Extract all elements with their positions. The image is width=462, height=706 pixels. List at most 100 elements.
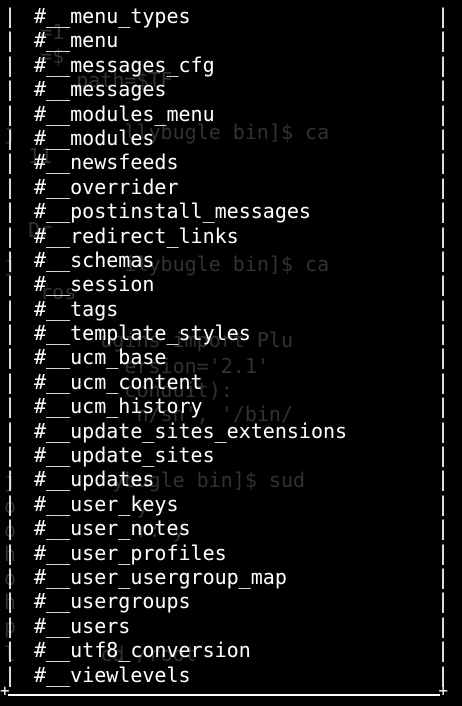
row-left-border: | — [4, 369, 17, 394]
table-cell-name: #__update_sites_extensions — [34, 418, 348, 443]
row-right-border: | — [437, 174, 450, 199]
row-left-border: | — [4, 101, 17, 126]
table-row: | #__updates | — [0, 467, 462, 491]
table-cell-name: #__newsfeeds — [34, 150, 179, 175]
row-left-border: | — [4, 52, 17, 77]
row-right-border: | — [437, 52, 450, 77]
table-row: | #__user_usergroup_map | — [0, 565, 462, 589]
table-cell-name: #__user_keys — [34, 491, 179, 516]
table-row: | #__schemas | — [0, 248, 462, 272]
row-right-border: | — [437, 296, 450, 321]
table-corner-right: + — [438, 681, 448, 700]
table-row: | #__user_keys | — [0, 492, 462, 516]
table-row: | #__ucm_base | — [0, 345, 462, 369]
table-cell-name: #__menu — [34, 28, 119, 53]
row-right-border: | — [437, 589, 450, 614]
table-cell-name: #__modules — [34, 125, 155, 150]
table-cell-name: #__updates — [34, 467, 155, 492]
table-cell-name: #__messages_cfg — [34, 52, 215, 77]
table-corner-left: + — [0, 681, 10, 700]
query-result-table: | #__menu_types | | #__menu | | #__messages_cfg… — [0, 4, 462, 687]
row-right-border: | — [437, 564, 450, 589]
table-cell-name: #__utf8_conversion — [34, 638, 251, 663]
row-right-border: | — [437, 345, 450, 370]
table-cell-name: #__menu_types — [34, 4, 191, 28]
table-row: | #__messages_cfg | — [0, 53, 462, 77]
row-right-border: | — [437, 540, 450, 565]
table-cell-name: #__ucm_content — [34, 369, 203, 394]
table-cell-name: #__messages — [34, 77, 167, 102]
table-cell-name: #__viewlevels — [34, 662, 191, 687]
table-row: | #__postinstall_messages | — [0, 199, 462, 223]
table-cell-name: #__users — [34, 613, 131, 638]
row-right-border: | — [437, 125, 450, 150]
table-border-line — [8, 694, 440, 696]
row-right-border: | — [437, 28, 450, 53]
table-cell-name: #__overrider — [34, 174, 179, 199]
terminal-window[interactable]: =1 =$ path=$TF j llybugle bin]$ ca 11 Dr j… — [0, 0, 462, 706]
table-row: | #__template_styles | — [0, 321, 462, 345]
row-right-border: | — [437, 247, 450, 272]
table-cell-name: #__redirect_links — [34, 223, 239, 248]
table-row: | #__utf8_conversion | — [0, 638, 462, 662]
row-left-border: | — [4, 564, 17, 589]
table-cell-name: #__user_usergroup_map — [34, 564, 287, 589]
row-left-border: | — [4, 394, 17, 419]
table-row: | #__users | — [0, 614, 462, 638]
table-cell-name: #__ucm_base — [34, 345, 167, 370]
table-row: | #__session | — [0, 272, 462, 296]
table-cell-name: #__modules_menu — [34, 101, 215, 126]
table-row: | #__update_sites | — [0, 443, 462, 467]
row-left-border: | — [4, 247, 17, 272]
table-row: | #__update_sites_extensions | — [0, 419, 462, 443]
table-cell-name: #__usergroups — [34, 589, 191, 614]
row-right-border: | — [437, 516, 450, 541]
table-cell-name: #__schemas — [34, 247, 155, 272]
row-left-border: | — [4, 28, 17, 53]
row-left-border: | — [4, 467, 17, 492]
row-right-border: | — [437, 150, 450, 175]
row-right-border: | — [437, 394, 450, 419]
table-cell-name: #__user_profiles — [34, 540, 227, 565]
table-row: | #__tags | — [0, 297, 462, 321]
row-left-border: | — [4, 77, 17, 102]
row-right-border: | — [437, 199, 450, 224]
table-cell-name: #__postinstall_messages — [34, 199, 311, 224]
row-left-border: | — [4, 516, 17, 541]
table-cell-name: #__session — [34, 272, 155, 297]
row-left-border: | — [4, 540, 17, 565]
row-left-border: | — [4, 150, 17, 175]
row-right-border: | — [437, 418, 450, 443]
table-row: | #__usergroups | — [0, 589, 462, 613]
table-cell-name: #__ucm_history — [34, 394, 203, 419]
row-left-border: | — [4, 613, 17, 638]
table-row: | #__modules_menu | — [0, 102, 462, 126]
row-right-border: | — [437, 369, 450, 394]
row-left-border: | — [4, 174, 17, 199]
table-cell-name: #__user_notes — [34, 516, 191, 541]
row-right-border: | — [437, 491, 450, 516]
row-left-border: | — [4, 223, 17, 248]
table-row: | #__user_profiles | — [0, 541, 462, 565]
row-right-border: | — [437, 321, 450, 346]
row-left-border: | — [4, 491, 17, 516]
table-bottom-border: + + — [0, 683, 448, 702]
row-left-border: | — [4, 443, 17, 468]
row-left-border: | — [4, 638, 17, 663]
table-row: | #__viewlevels | — [0, 663, 462, 687]
row-right-border: | — [437, 638, 450, 663]
table-cell-name: #__tags — [34, 296, 119, 321]
row-right-border: | — [437, 101, 450, 126]
table-row: | #__ucm_content | — [0, 370, 462, 394]
table-row: | #__modules | — [0, 126, 462, 150]
table-cell-name: #__update_sites — [34, 443, 215, 468]
row-left-border: | — [4, 199, 17, 224]
table-row: | #__redirect_links | — [0, 224, 462, 248]
row-left-border: | — [4, 4, 17, 28]
table-cell-name: #__template_styles — [34, 321, 251, 346]
row-right-border: | — [437, 443, 450, 468]
row-left-border: | — [4, 296, 17, 321]
table-row: | #__menu_types | — [0, 4, 462, 28]
table-row: | #__newsfeeds | — [0, 150, 462, 174]
row-right-border: | — [437, 467, 450, 492]
